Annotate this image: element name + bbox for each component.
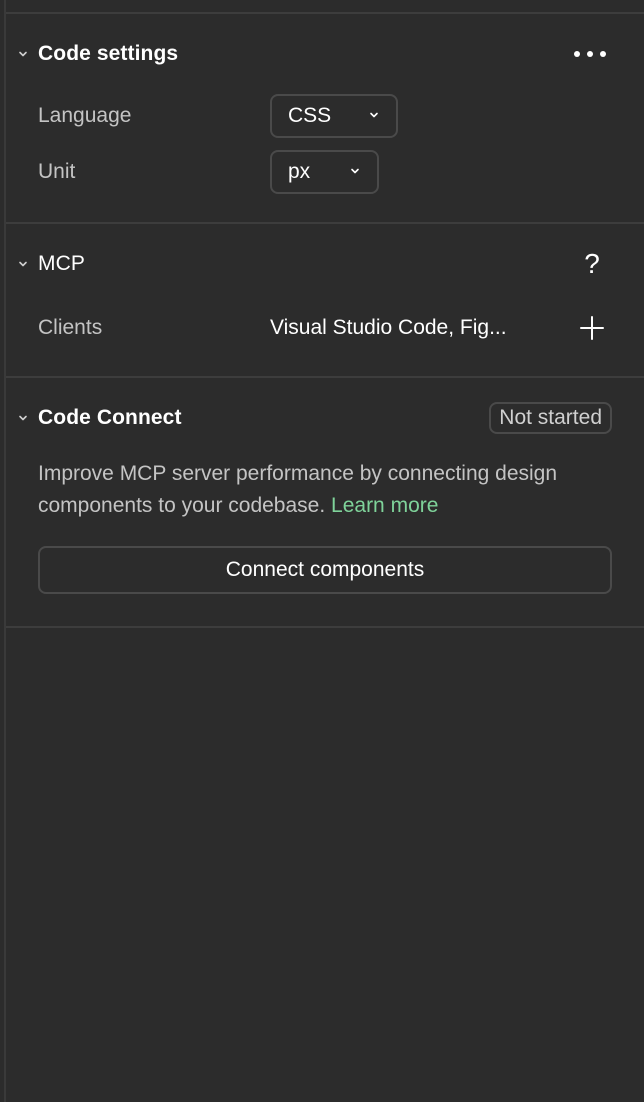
chevron-down-icon[interactable] bbox=[16, 411, 30, 425]
code-settings-title: Code settings bbox=[38, 42, 179, 65]
code-settings-header[interactable]: Code settings bbox=[6, 34, 644, 74]
unit-select-value: px bbox=[288, 160, 311, 183]
code-connect-description: Improve MCP server performance by connec… bbox=[38, 458, 598, 522]
code-connect-section: Code Connect Not started Improve MCP ser… bbox=[6, 378, 644, 626]
chevron-down-icon[interactable] bbox=[16, 47, 30, 61]
description-text: Improve MCP server performance by connec… bbox=[38, 462, 558, 517]
code-connect-title: Code Connect bbox=[38, 406, 182, 429]
chevron-down-icon[interactable] bbox=[16, 257, 30, 271]
code-settings-section: Code settings Language CSS Unit px bbox=[6, 14, 644, 222]
chevron-down-icon bbox=[351, 168, 359, 174]
mcp-title: MCP bbox=[38, 252, 85, 275]
clients-label: Clients bbox=[38, 316, 103, 339]
language-label: Language bbox=[38, 104, 132, 127]
help-glyph: ? bbox=[584, 248, 600, 279]
mcp-section: MCP ? Clients Visual Studio Code, Fig... bbox=[6, 224, 644, 376]
mcp-header[interactable]: MCP bbox=[6, 244, 644, 284]
unit-select[interactable]: px bbox=[270, 150, 379, 194]
section-divider bbox=[6, 626, 644, 628]
clients-value[interactable]: Visual Studio Code, Fig... bbox=[270, 316, 540, 340]
connect-components-button[interactable]: Connect components bbox=[38, 546, 612, 594]
unit-label: Unit bbox=[38, 160, 76, 183]
chevron-down-icon bbox=[370, 112, 378, 118]
add-client-icon[interactable] bbox=[576, 312, 608, 344]
more-options-icon[interactable] bbox=[570, 40, 610, 68]
help-icon[interactable]: ? bbox=[576, 246, 608, 282]
status-badge: Not started bbox=[489, 402, 612, 434]
learn-more-link[interactable]: Learn more bbox=[331, 494, 438, 517]
code-panel: Code settings Language CSS Unit px MCP ?… bbox=[4, 0, 644, 1102]
language-select[interactable]: CSS bbox=[270, 94, 398, 138]
language-select-value: CSS bbox=[288, 104, 332, 127]
